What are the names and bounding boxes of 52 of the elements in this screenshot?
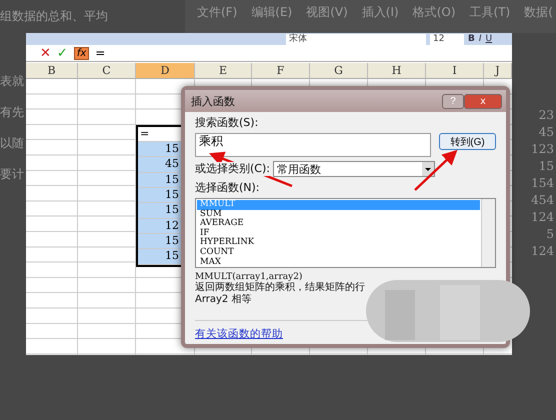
function-description: Array2 相等: [195, 294, 252, 306]
column-header[interactable]: C: [78, 63, 136, 79]
annotation-arrow: [414, 150, 458, 191]
help-link[interactable]: 有关该函数的帮助: [195, 327, 283, 341]
background-text: 154: [531, 176, 554, 190]
font-select[interactable]: 宋体: [286, 34, 426, 44]
formula-value: =: [95, 46, 106, 60]
background-text: 123: [531, 142, 554, 156]
search-label: 搜索函数(S):: [195, 116, 260, 130]
close-button[interactable]: x: [464, 94, 502, 108]
go-button[interactable]: 转到(G): [439, 133, 496, 150]
background-text: 124: [531, 210, 554, 224]
function-item[interactable]: AVERAGE: [197, 219, 480, 229]
background-text: 5: [546, 227, 554, 241]
function-item[interactable]: IF: [197, 228, 480, 238]
function-description: 返回两数组矩阵的乘积，结果矩阵的行: [195, 282, 365, 294]
style-button[interactable]: I: [478, 34, 482, 44]
function-label: 选择函数(N):: [195, 181, 261, 195]
cancel-button[interactable]: ✕: [40, 46, 51, 60]
background-text: 以随: [0, 135, 25, 152]
category-label: 或选择类别(C):: [195, 162, 270, 176]
column-header[interactable]: J: [484, 63, 512, 79]
column-header[interactable]: B: [26, 63, 78, 79]
function-item[interactable]: COUNT: [197, 248, 480, 258]
column-header[interactable]: H: [368, 63, 426, 79]
column-header[interactable]: G: [310, 63, 368, 79]
background-text: 124: [531, 244, 554, 258]
background-text: 组数据的总和、平均: [0, 8, 109, 25]
insert-function-button[interactable]: fx: [74, 46, 90, 60]
column-header[interactable]: D: [136, 63, 195, 79]
function-item[interactable]: MAX: [197, 258, 480, 268]
function-item[interactable]: HYPERLINK: [197, 238, 480, 248]
background-text: 表就: [0, 73, 25, 90]
dropdown-icon[interactable]: [422, 162, 434, 176]
column-header[interactable]: E: [195, 63, 252, 79]
function-signature: MMULT(array1,array2): [195, 272, 304, 282]
background-text: 45: [538, 125, 554, 139]
column-header[interactable]: F: [252, 63, 310, 79]
category-select[interactable]: 常用函数: [272, 161, 435, 177]
size-select[interactable]: 12: [430, 34, 464, 44]
column-header[interactable]: I: [426, 63, 484, 79]
background-text: 23: [538, 108, 554, 122]
search-field[interactable]: 乘积: [195, 133, 431, 157]
background-text: 要计: [0, 166, 25, 183]
background-text: 15: [538, 159, 554, 173]
function-item[interactable]: SUM: [197, 210, 480, 220]
dialog-title: 插入函数: [191, 94, 236, 108]
background-text: 454: [531, 193, 554, 207]
style-button[interactable]: U: [486, 34, 492, 44]
background-text: 有先: [0, 104, 25, 121]
style-button[interactable]: B: [468, 34, 475, 44]
scrollbar[interactable]: [481, 199, 495, 267]
